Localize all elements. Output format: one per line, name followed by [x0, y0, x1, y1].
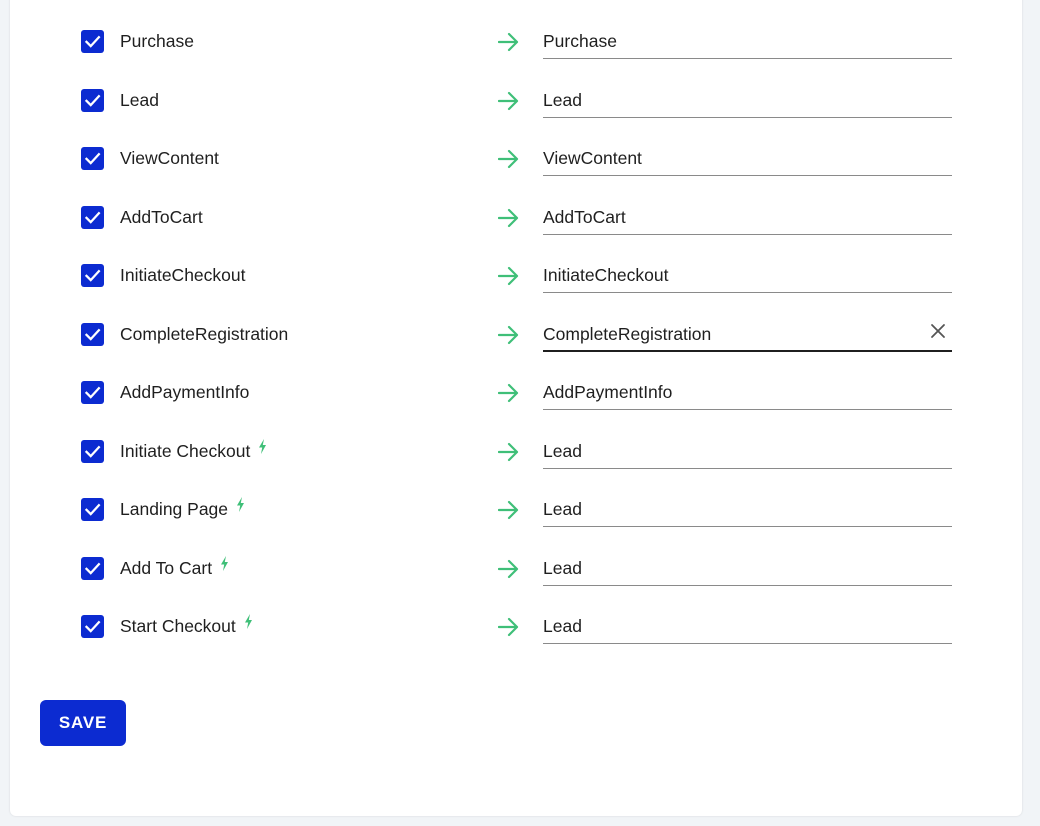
event-checkbox[interactable]: [81, 88, 104, 112]
event-checkbox[interactable]: [81, 322, 104, 346]
event-mapping-card: Purchase Lead ViewContent AddToCart Initiate…: [10, 0, 1022, 816]
event-name-text: Landing Page: [120, 499, 229, 519]
target-event-input[interactable]: [543, 89, 913, 111]
arrow-right-icon: [497, 442, 520, 467]
target-event-field[interactable]: [543, 548, 952, 586]
target-event-field[interactable]: [543, 431, 952, 469]
target-event-input[interactable]: [543, 440, 913, 462]
arrow-right-icon: [497, 617, 520, 642]
event-name: InitiateCheckout: [120, 265, 246, 286]
target-event-input[interactable]: [543, 557, 913, 579]
target-event-input[interactable]: [543, 499, 913, 520]
arrow-right-icon: [497, 500, 520, 525]
save-button[interactable]: SAVE: [40, 700, 126, 746]
target-event-input[interactable]: [543, 323, 913, 345]
event-name-text: Lead: [120, 89, 159, 110]
event-name: Purchase: [120, 31, 194, 52]
event-name: AddToCart: [120, 207, 203, 228]
target-event-field[interactable]: [543, 138, 952, 176]
event-mapping-list: Purchase Lead ViewContent AddToCart Initiate…: [10, 13, 1022, 657]
arrow-right-icon: [497, 559, 520, 584]
event-checkbox[interactable]: [81, 615, 104, 638]
event-checkbox[interactable]: [81, 498, 104, 521]
checkmark-icon: [84, 35, 101, 48]
checkmark-icon: [84, 620, 101, 633]
target-event-input[interactable]: [543, 265, 913, 286]
target-event-input[interactable]: [543, 148, 913, 169]
event-checkbox[interactable]: [81, 381, 104, 404]
checkmark-icon: [84, 386, 101, 399]
mapping-row: Add To Cart: [10, 540, 1022, 599]
target-event-input[interactable]: [543, 616, 913, 637]
event-name: ViewContent: [120, 148, 219, 169]
target-event-field[interactable]: [543, 489, 952, 527]
event-checkbox[interactable]: [81, 439, 104, 463]
event-checkbox[interactable]: [81, 205, 104, 229]
mapping-row: CompleteRegistration: [10, 306, 1022, 365]
target-event-input[interactable]: [543, 31, 913, 52]
lightning-bolt-icon: [258, 438, 267, 459]
target-event-field[interactable]: [543, 197, 952, 235]
event-checkbox[interactable]: [81, 264, 104, 287]
event-name-text: Add To Cart: [120, 557, 213, 578]
event-checkbox[interactable]: [81, 556, 104, 580]
checkmark-icon: [84, 503, 101, 516]
target-event-field[interactable]: [543, 80, 952, 118]
mapping-row: ViewContent: [10, 130, 1022, 189]
event-checkbox[interactable]: [81, 30, 104, 53]
event-name-text: Purchase: [120, 31, 194, 51]
event-name-text: InitiateCheckout: [120, 265, 246, 285]
event-name-text: AddPaymentInfo: [120, 382, 250, 402]
event-name: AddPaymentInfo: [120, 382, 249, 403]
mapping-row: Start Checkout: [10, 598, 1022, 657]
event-name: CompleteRegistration: [120, 324, 288, 345]
event-name: Start Checkout: [120, 613, 253, 637]
arrow-right-icon: [497, 383, 520, 408]
event-checkbox[interactable]: [81, 147, 104, 170]
checkmark-icon: [84, 328, 101, 341]
checkmark-icon: [84, 269, 101, 282]
event-name: Lead: [120, 90, 159, 111]
lightning-bolt-icon: [220, 555, 229, 576]
event-name-text: Initiate Checkout: [120, 440, 251, 461]
checkmark-icon: [84, 94, 101, 107]
checkmark-icon: [84, 562, 101, 575]
checkmark-icon: [84, 152, 101, 165]
mapping-row: InitiateCheckout: [10, 247, 1022, 306]
target-event-input[interactable]: [543, 206, 913, 228]
close-icon[interactable]: [930, 323, 946, 344]
arrow-right-icon: [497, 32, 520, 57]
arrow-right-icon: [497, 266, 520, 291]
event-name-text: AddToCart: [120, 206, 203, 227]
arrow-right-icon: [497, 91, 520, 116]
mapping-row: AddToCart: [10, 189, 1022, 248]
mapping-row: Purchase: [10, 13, 1022, 72]
arrow-right-icon: [497, 149, 520, 174]
target-event-field[interactable]: [543, 255, 952, 293]
event-name: Initiate Checkout: [120, 438, 267, 462]
arrow-right-icon: [497, 325, 520, 350]
target-event-field[interactable]: [543, 606, 952, 644]
mapping-row: Lead: [10, 72, 1022, 131]
lightning-bolt-icon: [244, 613, 253, 634]
event-name: Landing Page: [120, 496, 245, 520]
target-event-field[interactable]: [543, 21, 952, 59]
mapping-row: Initiate Checkout: [10, 423, 1022, 482]
checkmark-icon: [84, 445, 101, 458]
event-name-text: CompleteRegistration: [120, 323, 289, 344]
event-name-text: Start Checkout: [120, 616, 236, 636]
event-name-text: ViewContent: [120, 148, 219, 168]
event-name: Add To Cart: [120, 555, 229, 579]
target-event-field[interactable]: [543, 372, 952, 410]
target-event-field[interactable]: [543, 314, 952, 352]
arrow-right-icon: [497, 208, 520, 233]
mapping-row: AddPaymentInfo: [10, 364, 1022, 423]
target-event-input[interactable]: [543, 382, 913, 403]
checkmark-icon: [84, 211, 101, 224]
lightning-bolt-icon: [236, 496, 245, 517]
mapping-row: Landing Page: [10, 481, 1022, 540]
